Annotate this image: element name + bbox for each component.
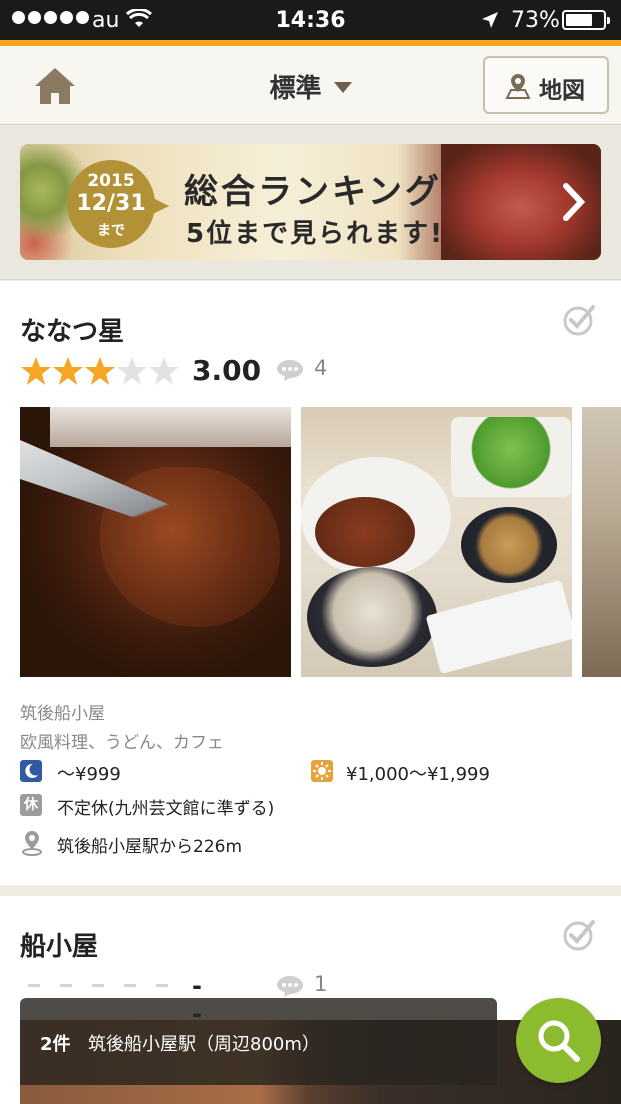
search-icon xyxy=(538,1020,580,1062)
result-summary-bar: 2件 筑後船小屋駅（周辺800m） xyxy=(20,998,497,1085)
ranking-banner[interactable]: 2015 12/31 まで 総合ランキング 5位まで見られます! xyxy=(20,144,601,260)
navigation-bar: 標準 地図 xyxy=(0,46,621,125)
chevron-right-icon xyxy=(563,183,586,221)
map-button-label: 地図 xyxy=(539,78,585,104)
sort-label: 標準 xyxy=(269,74,322,104)
restaurant-card[interactable]: ななつ星 3.00 4 筑後船小屋 欧風料理、うどん、カフェ 〜¥999 ¥1,… xyxy=(0,281,621,885)
result-count: 2件 xyxy=(40,1034,71,1055)
lunch-price: ¥1,000〜¥1,999 xyxy=(346,764,490,785)
map-pin-icon xyxy=(505,74,531,99)
star-empty-icon xyxy=(149,357,179,385)
banner-area: 2015 12/31 まで 総合ランキング 5位まで見られます! xyxy=(0,126,621,280)
caret-down-icon xyxy=(333,82,352,93)
check-circle-icon[interactable] xyxy=(562,303,596,337)
check-circle-icon[interactable] xyxy=(562,918,596,952)
food-photo-set-meal[interactable] xyxy=(301,407,572,677)
access-info: 筑後船小屋駅から226m xyxy=(57,837,243,857)
status-bar: au 14:36 73% xyxy=(0,0,621,40)
comment-bubble-icon xyxy=(277,360,303,381)
restaurant-name: ななつ星 xyxy=(20,317,125,347)
map-button[interactable]: 地図 xyxy=(483,56,609,114)
banner-subtitle: 5位まで見られます! xyxy=(186,219,444,249)
review-count: 1 xyxy=(314,972,328,996)
search-button[interactable] xyxy=(516,998,601,1083)
comment-bubble-icon xyxy=(277,976,303,997)
location-arrow-icon xyxy=(482,12,498,28)
food-photo-stew-fork[interactable] xyxy=(20,407,291,677)
battery-percent: 73% xyxy=(511,8,560,33)
location-pin-icon xyxy=(22,831,42,856)
dinner-price: 〜¥999 xyxy=(57,764,121,785)
restaurant-area: 筑後船小屋 xyxy=(20,704,105,724)
food-photo-interior[interactable] xyxy=(582,407,621,677)
restaurant-name: 船小屋 xyxy=(20,932,99,962)
rating-score: 3.00 xyxy=(192,354,262,387)
deadline-badge: 2015 12/31 まで xyxy=(67,160,169,248)
holiday-info: 不定休(九州芸文館に準ずる) xyxy=(57,799,275,819)
search-area: 筑後船小屋駅（周辺800m） xyxy=(88,1034,320,1055)
banner-title: 総合ランキング xyxy=(184,172,442,212)
star-filled-icon xyxy=(85,357,115,385)
star-rating xyxy=(21,357,179,385)
star-filled-icon xyxy=(21,357,51,385)
review-count: 4 xyxy=(314,356,328,380)
battery-icon xyxy=(562,10,610,30)
sun-icon xyxy=(311,760,333,782)
holiday-badge-icon: 休 xyxy=(20,794,42,816)
star-filled-icon xyxy=(53,357,83,385)
star-empty-icon xyxy=(117,357,147,385)
moon-icon xyxy=(20,760,42,782)
restaurant-genres: 欧風料理、うどん、カフェ xyxy=(20,733,224,753)
